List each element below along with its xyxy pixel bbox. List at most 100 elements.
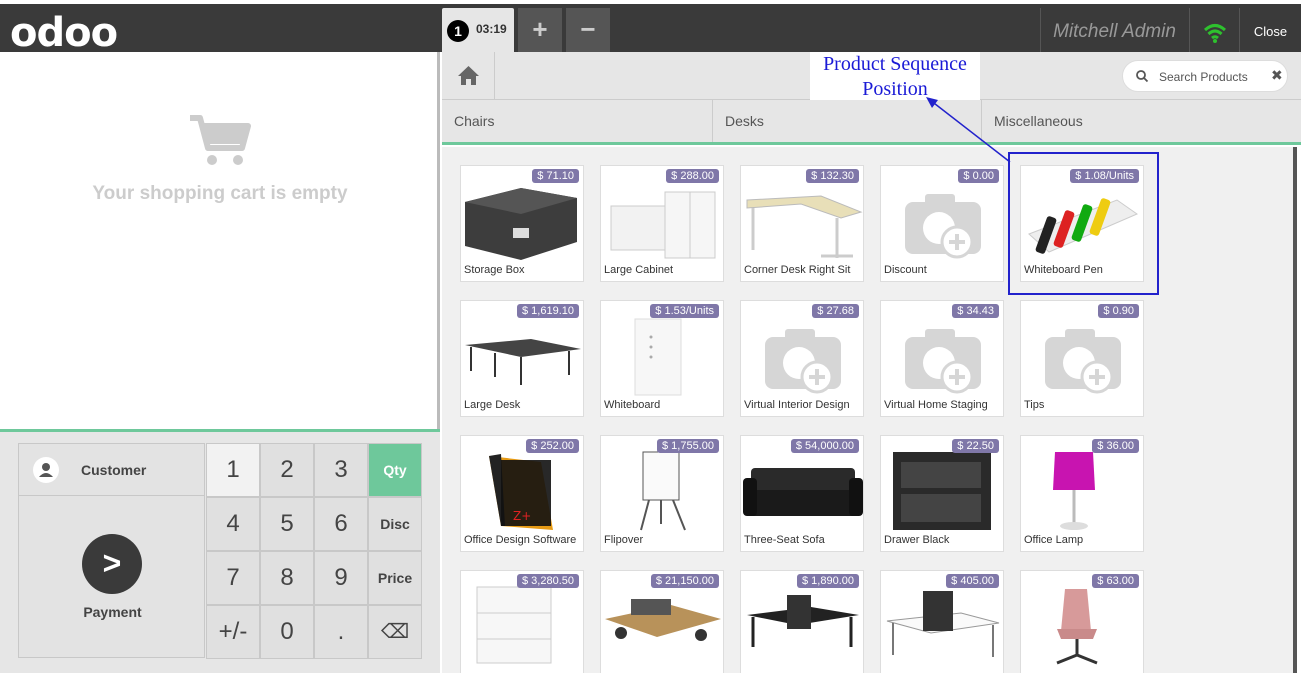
product-price: $ 22.50 [952, 439, 999, 453]
product-card[interactable]: $ 0.90 Tips [1020, 300, 1144, 417]
numpad-key-0[interactable]: 0 [260, 605, 314, 659]
top-header: odoo 1 03:19 + − Mitchell Admin Close [0, 0, 1301, 56]
numpad-key-3[interactable]: 3 [314, 443, 368, 497]
product-card[interactable]: $ 34.43 Virtual Home Staging [880, 300, 1004, 417]
product-image [743, 468, 863, 516]
numpad-key-5[interactable]: 5 [260, 497, 314, 551]
product-image [893, 452, 991, 530]
placeholder-camera-icon [905, 194, 981, 259]
order-time: 03:19 [476, 22, 507, 36]
product-price: $ 54,000.00 [790, 439, 859, 453]
empty-cart-message: Your shopping cart is empty [92, 183, 348, 204]
product-name: Storage Box [464, 264, 525, 276]
numpad-qty-mode[interactable]: Qty [368, 443, 422, 497]
product-card[interactable]: $ 1,619.10 Large Desk [460, 300, 584, 417]
product-card[interactable]: $ 1.53/Units Whiteboard [600, 300, 724, 417]
product-card[interactable]: $ 54,000.00 Three-Seat Sofa [740, 435, 864, 552]
product-name: Flipover [604, 534, 644, 546]
product-image [1056, 589, 1098, 665]
search-box[interactable]: Search Products ✖ [1122, 60, 1288, 92]
empty-cart: Your shopping cart is empty [0, 112, 440, 205]
add-order-button[interactable]: + [518, 8, 562, 52]
category-miscellaneous[interactable]: Miscellaneous [982, 100, 1301, 142]
product-card[interactable]: Z+ $ 252.00 Office Design Software [460, 435, 584, 552]
search-input[interactable]: Search Products [1159, 70, 1248, 84]
product-image [605, 599, 721, 641]
product-name: Corner Desk Right Sit [744, 264, 851, 276]
product-image [465, 188, 577, 260]
numpad-key-8[interactable]: 8 [260, 551, 314, 605]
annotation-highlight-box [1008, 152, 1159, 295]
product-card[interactable]: $ 21,150.00 [600, 570, 724, 673]
customer-button[interactable]: Customer [18, 443, 205, 496]
remove-order-button[interactable]: − [566, 8, 610, 52]
product-image [610, 191, 716, 259]
numpad: 1 2 3 Qty 4 5 6 Disc 7 8 9 Price +/- 0 .… [206, 443, 423, 659]
product-card[interactable]: $ 132.30 Corner Desk Right Sit [740, 165, 864, 282]
payment-button[interactable]: > Payment [18, 496, 205, 658]
product-card[interactable]: $ 22.50 Drawer Black [880, 435, 1004, 552]
product-name: Discount [884, 264, 927, 276]
category-chairs[interactable]: Chairs [442, 100, 713, 142]
product-price: $ 1,890.00 [797, 574, 859, 588]
numpad-sign-toggle[interactable]: +/- [206, 605, 260, 659]
product-price: $ 36.00 [1092, 439, 1139, 453]
order-tab-1[interactable]: 1 03:19 [442, 8, 514, 52]
product-price: $ 1.53/Units [650, 304, 719, 318]
user-name[interactable]: Mitchell Admin [1040, 8, 1188, 56]
product-card[interactable]: $ 63.00 [1020, 570, 1144, 673]
product-name: Virtual Interior Design [744, 399, 850, 411]
product-card[interactable]: $ 36.00 Office Lamp [1020, 435, 1144, 552]
product-name: Large Cabinet [604, 264, 674, 276]
product-price: $ 288.00 [666, 169, 719, 183]
numpad-key-6[interactable]: 6 [314, 497, 368, 551]
product-price: $ 132.30 [806, 169, 859, 183]
numpad-disc-mode[interactable]: Disc [368, 497, 422, 551]
product-card[interactable]: $ 27.68 Virtual Interior Design [740, 300, 864, 417]
home-icon [458, 66, 479, 85]
product-card[interactable]: $ 1,755.00 Flipover [600, 435, 724, 552]
order-number-badge: 1 [447, 20, 469, 42]
product-card[interactable]: $ 3,280.50 [460, 570, 584, 673]
product-name: Three-Seat Sofa [744, 534, 825, 546]
product-card[interactable]: $ 288.00 Large Cabinet [600, 165, 724, 282]
product-image [465, 339, 581, 385]
placeholder-camera-icon [1045, 329, 1121, 394]
product-name: Virtual Home Staging [884, 399, 988, 411]
product-image [886, 591, 1000, 657]
placeholder-camera-icon [905, 329, 981, 394]
product-name: Office Design Software [464, 534, 577, 546]
product-price: $ 63.00 [1092, 574, 1139, 588]
numpad-key-7[interactable]: 7 [206, 551, 260, 605]
numpad-key-9[interactable]: 9 [314, 551, 368, 605]
product-image [1053, 452, 1095, 530]
category-bar: Chairs Desks Miscellaneous [442, 100, 1301, 145]
product-card[interactable]: $ 405.00 [880, 570, 1004, 673]
product-price: $ 71.10 [532, 169, 579, 183]
backspace-icon[interactable]: ⌫ [368, 605, 422, 659]
product-price: $ 3,280.50 [517, 574, 579, 588]
close-button[interactable]: Close [1239, 8, 1301, 56]
product-image [747, 595, 859, 647]
product-card[interactable]: $ 71.10 Storage Box [460, 165, 584, 282]
product-card[interactable]: $ 0.00 Discount [880, 165, 1004, 282]
numpad-key-1[interactable]: 1 [206, 443, 260, 497]
product-price: $ 0.90 [1098, 304, 1139, 318]
numpad-price-mode[interactable]: Price [368, 551, 422, 605]
chevron-right-icon: > [82, 534, 142, 594]
search-icon [1136, 70, 1149, 83]
home-button[interactable] [442, 52, 495, 100]
numpad-key-dot[interactable]: . [314, 605, 368, 659]
odoo-logo: odoo [10, 10, 118, 56]
clear-search-icon[interactable]: ✖ [1271, 67, 1283, 84]
shopping-cart-icon [190, 115, 251, 165]
product-image [634, 318, 682, 396]
annotation-line-1: Product Sequence [823, 53, 967, 75]
control-panel: Customer > Payment 1 2 3 Qty 4 5 6 Disc … [0, 429, 440, 673]
wifi-status[interactable] [1189, 8, 1239, 56]
product-price: $ 1,755.00 [657, 439, 719, 453]
product-price: $ 1,619.10 [517, 304, 579, 318]
numpad-key-2[interactable]: 2 [260, 443, 314, 497]
numpad-key-4[interactable]: 4 [206, 497, 260, 551]
product-card[interactable]: $ 1,890.00 [740, 570, 864, 673]
